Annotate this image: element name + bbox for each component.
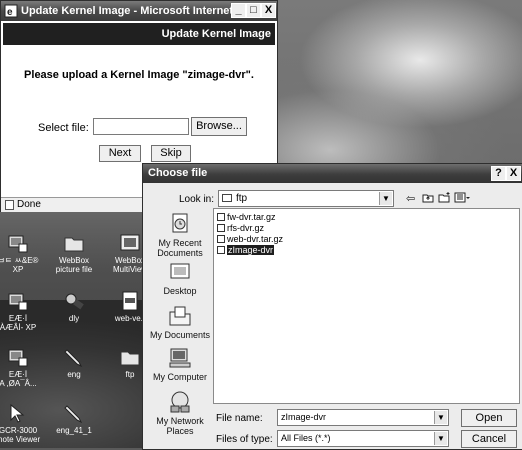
file-name: zImage-dvr <box>227 245 275 255</box>
network-icon <box>8 235 28 253</box>
file-name-label: File name: <box>216 413 263 424</box>
file-type-value: All Files (*.*) <box>281 433 331 443</box>
choose-file-dialog: Choose file ? X Look in: ftp ▼ ⇦ My Rece… <box>142 163 522 450</box>
place-label: My Network Places <box>156 416 204 436</box>
ie-titlebar[interactable]: e Update Kernel Image - Microsoft Intern… <box>1 1 277 21</box>
back-icon[interactable]: ⇦ <box>406 192 415 205</box>
place-label: Desktop <box>163 286 197 296</box>
svg-text:e: e <box>7 7 13 18</box>
chevron-down-icon[interactable]: ▼ <box>379 192 392 205</box>
archive-file-icon <box>217 224 225 232</box>
desktop-icon-label: WebBox picture file <box>55 256 93 274</box>
cancel-button[interactable]: Cancel <box>461 430 517 448</box>
dialog-titlebar[interactable]: Choose file ? X <box>143 164 522 183</box>
desktop-icon <box>170 263 190 279</box>
place-my-documents[interactable]: My Documents <box>149 304 211 340</box>
minimize-button[interactable]: _ <box>231 3 246 18</box>
network-places-icon <box>170 391 190 413</box>
place-my-recent-documents[interactable]: My Recent Documents <box>149 212 211 258</box>
place-label: My Recent Documents <box>157 238 203 258</box>
file-name: web-dvr.tar.gz <box>227 234 284 244</box>
skip-button[interactable]: Skip <box>151 145 191 162</box>
ie-page-icon: e <box>4 4 18 18</box>
desktop-icon-label: eng_41_1 <box>56 426 92 435</box>
tools-icon <box>65 293 84 310</box>
desktop-icon-7[interactable]: EÆ·İ A ,ØA¯Â... <box>0 346 48 388</box>
list-item-selected[interactable]: zImage-dvr <box>217 244 275 256</box>
place-desktop[interactable]: Desktop <box>149 260 211 296</box>
viewer-icon <box>10 403 25 423</box>
folder-icon <box>120 351 140 366</box>
file-icon <box>217 246 225 254</box>
view-menu-icon[interactable] <box>454 192 470 206</box>
open-button[interactable]: Open <box>461 409 517 427</box>
desktop-icon-label: EÆ·İ ÀÆÂİ- XP <box>0 314 37 332</box>
page-done-icon <box>5 200 14 210</box>
file-name-combo[interactable]: zImage-dvr ▼ <box>277 409 449 426</box>
desktop-icon-1[interactable]: ㅂㅌ ㅆ&E® XP <box>0 232 48 274</box>
look-in-value: ftp <box>236 193 248 204</box>
app-icon <box>120 234 140 251</box>
pen-icon <box>64 405 83 424</box>
page-header-bar: Update Kernel Image <box>3 23 275 45</box>
file-type-select[interactable]: All Files (*.*) ▼ <box>277 430 449 447</box>
help-button[interactable]: ? <box>491 166 506 181</box>
desktop-icon-label: eng <box>67 370 81 379</box>
desktop-icon-label: EÆ·İ A ,ØA¯Â... <box>0 370 37 388</box>
dialog-title: Choose file <box>148 167 208 179</box>
close-button[interactable]: X <box>261 3 276 18</box>
recent-documents-icon <box>172 213 188 233</box>
dialog-close-button[interactable]: X <box>506 166 521 181</box>
up-folder-icon[interactable] <box>422 192 434 206</box>
file-name-value: zImage-dvr <box>281 412 327 422</box>
chevron-down-icon[interactable]: ▼ <box>434 432 447 445</box>
network-icon <box>8 293 28 311</box>
desktop-icon-11[interactable]: eng_41_1 <box>44 402 104 435</box>
file-list[interactable]: fw-dvr.tar.gz rfs-dvr.gz web-dvr.tar.gz … <box>213 208 520 404</box>
my-computer-icon <box>169 348 191 368</box>
archive-file-icon <box>217 235 225 243</box>
desktop-icon-2[interactable]: WebBox picture file <box>44 232 104 274</box>
desktop-icon-8[interactable]: eng <box>44 346 104 379</box>
status-text: Done <box>17 199 41 210</box>
upload-message: Please upload a Kernel Image "zimage-dvr… <box>24 69 254 81</box>
folder-icon <box>64 237 84 252</box>
folder-icon <box>222 194 232 202</box>
next-button[interactable]: Next <box>99 145 141 162</box>
place-label: My Documents <box>149 330 211 340</box>
look-in-select[interactable]: ftp ▼ <box>218 190 394 207</box>
desktop-icon-label: GCR-3000 mote Viewer <box>0 426 41 444</box>
ie-window-title: Update Kernel Image - Microsoft Internet… <box>21 5 231 17</box>
document-icon <box>122 291 138 311</box>
desktop-icon-5[interactable]: dly <box>44 290 104 323</box>
desktop-icon-10[interactable]: GCR-3000 mote Viewer <box>0 402 48 444</box>
browse-button[interactable]: Browse... <box>191 117 247 136</box>
desktop-icon-label: ㅂㅌ ㅆ&E® XP <box>0 256 39 274</box>
file-type-label: Files of type: <box>216 434 273 445</box>
my-documents-icon <box>169 306 191 326</box>
desktop-icon-label: dly <box>68 314 80 323</box>
file-name: rfs-dvr.gz <box>227 223 265 233</box>
chevron-down-icon[interactable]: ▼ <box>434 411 447 424</box>
new-folder-icon[interactable] <box>438 192 451 206</box>
desktop-icon-4[interactable]: EÆ·İ ÀÆÂİ- XP <box>0 290 48 332</box>
place-label: My Computer <box>152 372 207 382</box>
places-bar: My Recent Documents Desktop My Documents… <box>149 208 211 448</box>
select-file-label: Select file: <box>38 122 89 134</box>
maximize-button[interactable]: □ <box>246 3 261 18</box>
place-my-network-places[interactable]: My Network Places <box>149 390 211 436</box>
file-name: fw-dvr.tar.gz <box>227 212 276 222</box>
look-in-label: Look in: <box>179 194 215 205</box>
file-path-input[interactable] <box>93 118 189 135</box>
place-my-computer[interactable]: My Computer <box>149 346 211 382</box>
network-icon <box>8 349 28 367</box>
pen-icon <box>64 349 83 368</box>
archive-file-icon <box>217 213 225 221</box>
